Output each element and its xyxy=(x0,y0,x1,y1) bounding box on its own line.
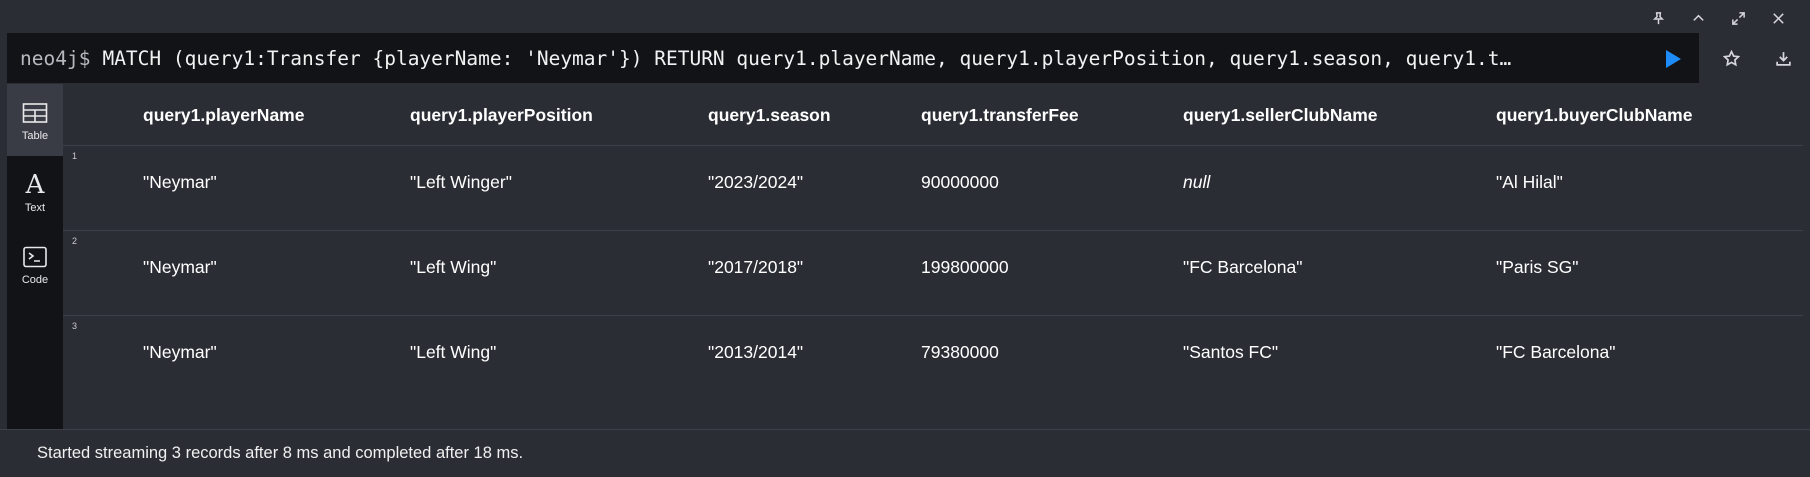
table-cell: "2017/2018" xyxy=(708,257,804,277)
column-header[interactable]: query1.sellerClubName xyxy=(1183,105,1378,126)
table-cell: "Al Hilal" xyxy=(1496,172,1563,192)
table-cell: "Neymar" xyxy=(143,342,217,362)
pin-button[interactable] xyxy=(1638,6,1678,30)
column-header[interactable]: query1.season xyxy=(708,105,831,126)
text-icon: A xyxy=(25,169,45,200)
code-icon xyxy=(23,246,47,267)
results-table: query1.playerName query1.playerPosition … xyxy=(63,84,1803,429)
table-cell: "2023/2024" xyxy=(708,172,804,192)
view-label: Text xyxy=(24,201,46,214)
window-controls xyxy=(1638,6,1798,30)
table-row: 2 "Neymar" "Left Wing" "2017/2018" 19980… xyxy=(63,231,1803,316)
table-cell: "Neymar" xyxy=(143,172,217,192)
text-icon-wrap: A xyxy=(26,171,45,199)
table-cell: "Paris SG" xyxy=(1496,257,1579,277)
table-cell: "Left Wing" xyxy=(410,257,497,277)
status-text: Started streaming 3 records after 8 ms a… xyxy=(37,444,524,462)
status-bar: Started streaming 3 records after 8 ms a… xyxy=(0,429,1810,477)
table-cell: 90000000 xyxy=(921,172,999,192)
query-text[interactable]: MATCH (query1:Transfer {playerName: 'Ney… xyxy=(102,47,1612,70)
view-label: Table xyxy=(21,129,49,142)
column-header[interactable]: query1.buyerClubName xyxy=(1496,105,1692,126)
table-icon-wrap xyxy=(22,99,48,127)
query-editor[interactable]: neo4j$ MATCH (query1:Transfer {playerNam… xyxy=(7,33,1699,83)
play-icon xyxy=(1665,50,1681,68)
table-header: query1.playerName query1.playerPosition … xyxy=(63,84,1803,146)
expand-icon xyxy=(1731,11,1745,25)
view-text[interactable]: A Text xyxy=(7,156,63,228)
download-icon xyxy=(1775,51,1791,66)
table-icon xyxy=(22,102,48,123)
view-switcher: Table A Text Code xyxy=(7,84,63,429)
column-header[interactable]: query1.playerName xyxy=(143,105,304,126)
frame-actions xyxy=(1705,46,1809,70)
view-code[interactable]: Code xyxy=(7,228,63,300)
row-number: 3 xyxy=(72,321,78,331)
table-row: 3 "Neymar" "Left Wing" "2013/2014" 79380… xyxy=(63,316,1803,401)
editor-prompt: neo4j$ xyxy=(20,46,91,70)
view-label: Code xyxy=(21,273,49,286)
table-cell: "Left Winger" xyxy=(410,172,512,192)
collapse-icon xyxy=(1692,14,1704,21)
favorite-button[interactable] xyxy=(1705,46,1757,70)
table-cell: "Neymar" xyxy=(143,257,217,277)
table-cell: null xyxy=(1183,172,1211,192)
column-header[interactable]: query1.playerPosition xyxy=(410,105,593,126)
collapse-button[interactable] xyxy=(1678,6,1718,30)
row-number: 1 xyxy=(72,151,78,161)
column-header[interactable]: query1.transferFee xyxy=(921,105,1079,126)
table-cell: "Santos FC" xyxy=(1183,342,1279,362)
table-cell: "FC Barcelona" xyxy=(1183,257,1303,277)
view-table[interactable]: Table xyxy=(7,84,63,156)
table-row: 1 "Neymar" "Left Winger" "2023/2024" 900… xyxy=(63,146,1803,231)
row-number: 2 xyxy=(72,236,78,246)
code-icon-wrap xyxy=(22,243,48,271)
table-cell: 199800000 xyxy=(921,257,1009,277)
close-icon xyxy=(1772,12,1784,24)
download-button[interactable] xyxy=(1757,46,1809,70)
pin-icon xyxy=(1652,11,1664,24)
star-icon xyxy=(1722,49,1740,66)
run-button[interactable] xyxy=(1661,47,1685,71)
close-button[interactable] xyxy=(1758,6,1798,30)
table-cell: "Left Wing" xyxy=(410,342,497,362)
table-cell: "FC Barcelona" xyxy=(1496,342,1616,362)
table-cell: 79380000 xyxy=(921,342,999,362)
table-cell: "2013/2014" xyxy=(708,342,804,362)
expand-button[interactable] xyxy=(1718,6,1758,30)
